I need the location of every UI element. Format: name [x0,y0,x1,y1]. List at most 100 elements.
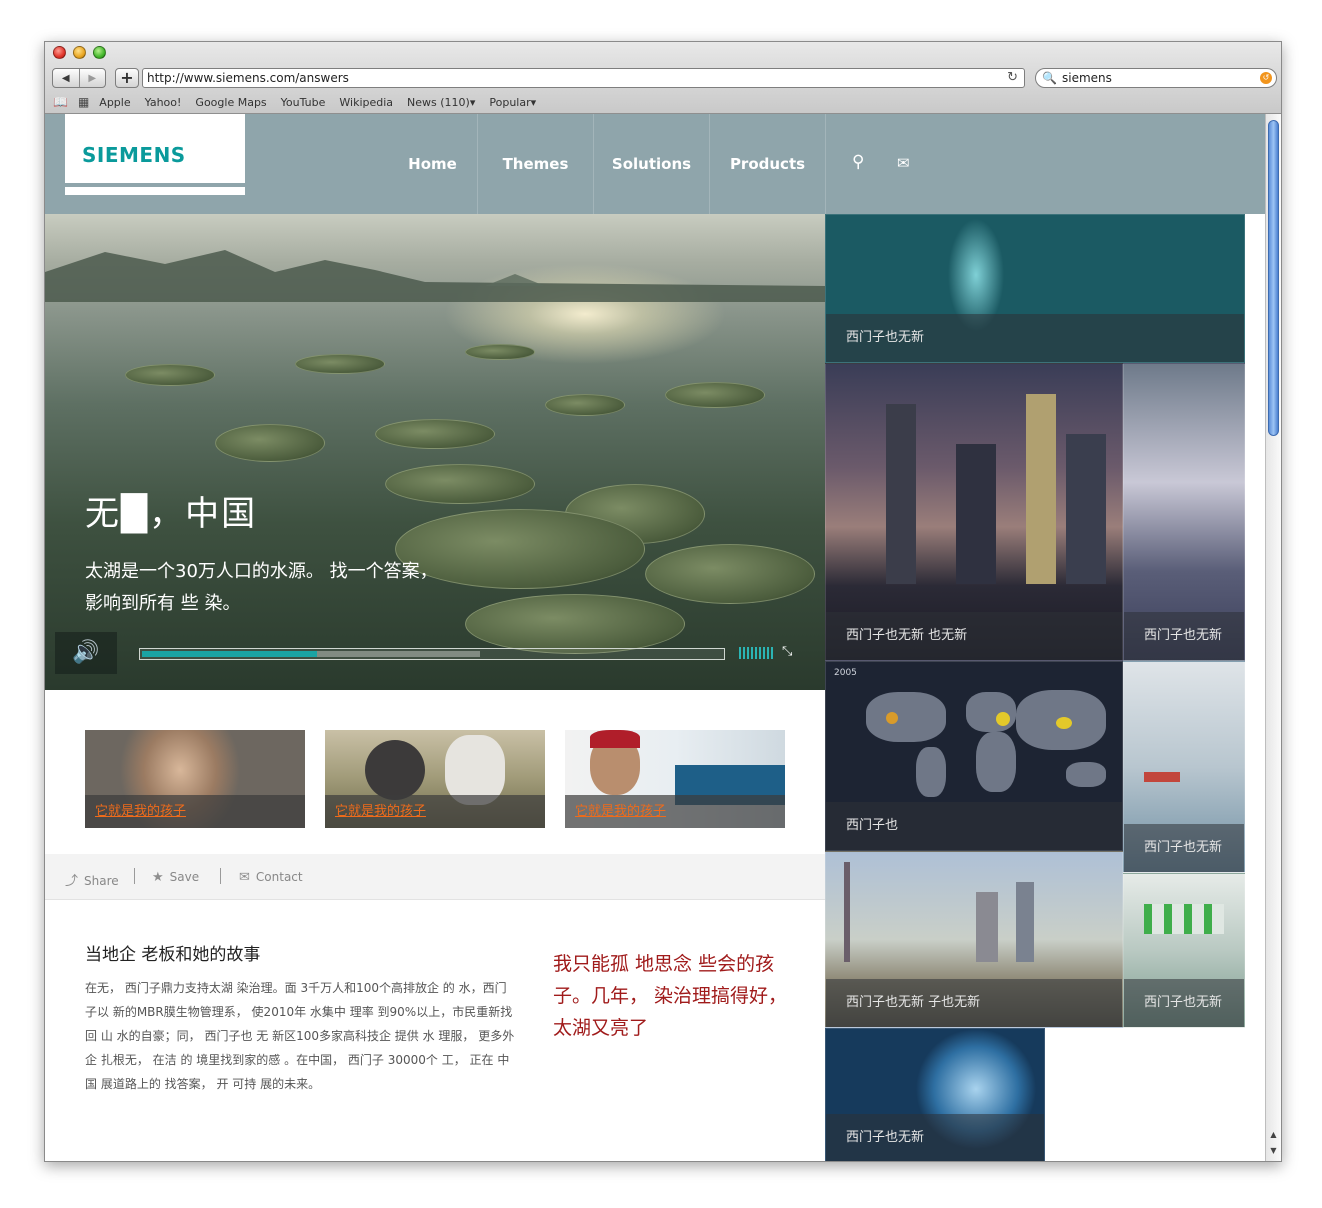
map-continent [866,692,946,742]
tile-grid: 西门子也无新 西门子也无新 也无新 西门子也无新 2005 西门子也 西门子也无… [825,214,1245,1161]
tile-shanghai[interactable]: 西门子也无新 子也无新 [825,851,1123,1028]
lily-pad [295,354,385,374]
lily-pad [215,424,325,462]
story-quote: 我只能孤 地思念 些会的孩子。几年， 染治理搞得好，太湖又亮了 [553,953,788,1039]
diagram-arrow [1144,772,1180,782]
nav-products[interactable]: Products [710,114,826,214]
bookmark-yahoo[interactable]: Yahoo! [145,96,182,109]
lily-pad [545,394,625,416]
nav-themes[interactable]: Themes [478,114,594,214]
reload-icon[interactable]: ↻ [1007,69,1018,87]
logo-text: SIEMENS [82,143,186,167]
tile-building [1016,882,1034,962]
search-icon[interactable]: ⚲ [852,152,864,172]
browser-toolbar: ◀ ▶ + http://www.siemens.com/answers ↻ 🔍… [45,42,1281,114]
hero-subtitle: 太湖是一个30万人口的水源。 找一个答案， 影响到所有 些 染。 [85,556,505,620]
tile-label: 西门子也无新 [1124,612,1244,660]
video-thumbnails: 它就是我的孩子 它就是我的孩子 它就是我的孩子 [85,730,785,828]
divider [134,868,135,884]
vertical-scrollbar[interactable]: ▲ ▼ [1265,114,1281,1161]
tile-blue-tank[interactable]: 西门子也无新 [825,1028,1045,1161]
video-controls: 🔊 ⤡ [55,632,815,674]
lily-pad [465,344,535,360]
lily-pad [385,464,535,504]
tile-label: 西门子也 [826,802,1122,850]
url-text: http://www.siemens.com/answers [147,71,349,85]
forward-button[interactable]: ▶ [78,69,106,87]
bookmark-apple[interactable]: Apple [99,96,130,109]
thumbnail-caption[interactable]: 它就是我的孩子 [565,795,785,828]
search-field[interactable]: 🔍 siemens ↺ [1035,68,1277,88]
volume-icon[interactable]: 🔊 [55,632,117,674]
tile-label: 西门子也无新 也无新 [826,612,1122,660]
map-year: 2005 [834,668,857,678]
reading-list-icon[interactable]: 📖 [53,95,68,109]
main-nav: Home Themes Solutions Products [388,114,826,214]
address-bar[interactable]: http://www.siemens.com/answers ↻ [142,68,1025,88]
tile-building [886,404,916,584]
map-continent [966,692,1016,732]
tile-city-skyline[interactable]: 西门子也无新 也无新 [825,363,1123,661]
zoom-window-button[interactable] [93,46,106,59]
fullscreen-icon[interactable]: ⤡ [782,644,792,659]
lily-pad [645,544,815,604]
tile-tanks [1144,904,1224,934]
contact-action[interactable]: ✉ Contact [239,870,303,885]
tile-water[interactable]: 西门子也无新 [825,214,1245,363]
star-icon: ★ [152,870,164,885]
tile-machine-diagram[interactable]: 西门子也无新 [1123,661,1245,873]
mail-icon[interactable]: ✉ [897,154,910,172]
map-hotspot [886,712,898,724]
search-value: siemens [1062,71,1112,85]
tile-building [1066,434,1106,584]
thumbnail-figure [365,740,425,800]
story-title: 当地企 老板和她的故事 [85,945,261,965]
thumbnail-caption[interactable]: 它就是我的孩子 [85,795,305,828]
snapback-icon[interactable]: ↺ [1260,72,1272,84]
hero-subtitle-line: 太湖是一个30万人口的水源。 找一个答案， [85,561,438,582]
scroll-down-icon[interactable]: ▼ [1266,1146,1281,1155]
share-action[interactable]: ⤴ Share [65,870,119,889]
bookmark-popular[interactable]: Popular▾ [489,96,536,109]
tile-tower [844,862,850,962]
progress-played [142,651,317,657]
tile-building [956,444,996,584]
add-bookmark-button[interactable]: + [115,68,139,88]
map-continent [916,747,946,797]
thumbnail-card[interactable]: 它就是我的孩子 [325,730,545,828]
close-window-button[interactable] [53,46,66,59]
lily-pad [125,364,215,386]
scroll-up-icon[interactable]: ▲ [1266,1130,1281,1139]
search-icon: 🔍 [1042,71,1057,85]
bookmark-wikipedia[interactable]: Wikipedia [339,96,393,109]
bookmark-news[interactable]: News (110)▾ [407,96,475,109]
thumbnail-card[interactable]: 它就是我的孩子 [85,730,305,828]
tile-label: 西门子也无新 [1124,979,1244,1027]
back-button[interactable]: ◀ [53,69,79,87]
map-hotspot [1056,717,1072,729]
tile-world-map[interactable]: 2005 西门子也 [825,661,1123,851]
bookmarks-bar: 📖 ▦ Apple Yahoo! Google Maps YouTube Wik… [53,94,550,110]
browser-window: ◀ ▶ + http://www.siemens.com/answers ↻ 🔍… [44,41,1282,1162]
tile-treatment-tanks[interactable]: 西门子也无新 [1123,873,1245,1028]
top-sites-grid-icon[interactable]: ▦ [78,95,89,109]
bookmark-google-maps[interactable]: Google Maps [195,96,266,109]
thumbnail-caption[interactable]: 它就是我的孩子 [325,795,545,828]
envelope-icon: ✉ [239,870,250,885]
hero-title: 无█，中国 [85,494,258,534]
hero-video[interactable]: 无█，中国 太湖是一个30万人口的水源。 找一个答案， 影响到所有 些 染。 🔊… [45,214,825,690]
nav-home[interactable]: Home [388,114,478,214]
minimize-window-button[interactable] [73,46,86,59]
volume-slider[interactable] [739,647,775,659]
bookmark-youtube[interactable]: YouTube [281,96,326,109]
thumbnail-card[interactable]: 它就是我的孩子 [565,730,785,828]
hero-subtitle-line: 影响到所有 些 染。 [85,593,241,614]
nav-solutions[interactable]: Solutions [594,114,710,214]
tile-label: 西门子也无新 [1124,824,1244,872]
tile-label: 西门子也无新 子也无新 [826,979,1122,1027]
lily-pad [375,419,495,449]
video-progress-bar[interactable] [139,648,725,660]
save-action[interactable]: ★ Save [152,870,199,885]
tile-industrial-hall[interactable]: 西门子也无新 [1123,363,1245,661]
scrollbar-thumb[interactable] [1268,120,1279,436]
